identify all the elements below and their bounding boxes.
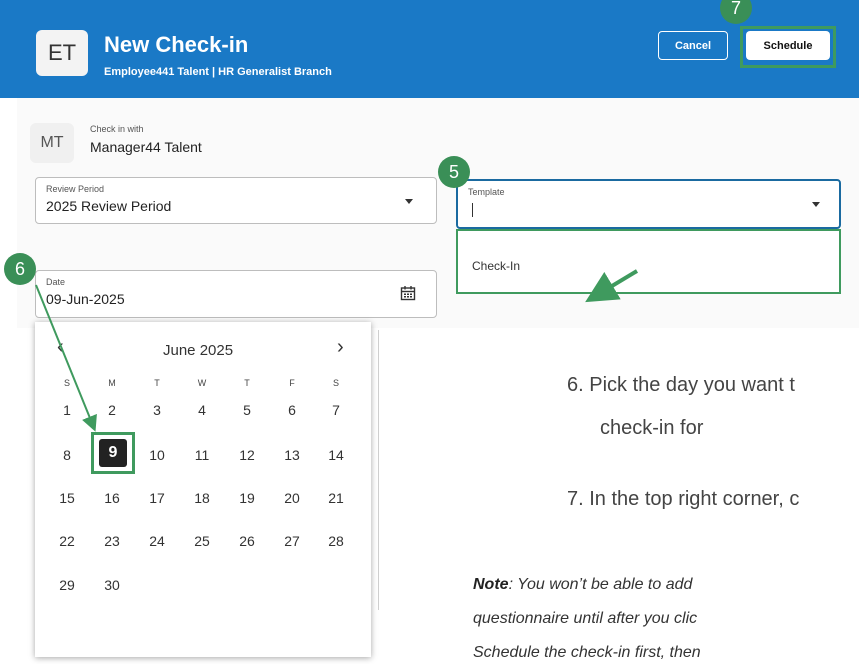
note-line-3: Schedule the check-in first, then bbox=[473, 644, 701, 661]
arrow-to-template-option bbox=[585, 269, 639, 303]
instruction-step-6-cont: check-in for bbox=[600, 417, 704, 439]
instruction-step-7: 7. In the top right corner, c bbox=[567, 488, 800, 510]
annotation-arrows bbox=[35, 269, 639, 432]
note-line-2: questionnaire until after you clic bbox=[473, 610, 698, 627]
note-text: : You won’t be able to add bbox=[508, 576, 693, 593]
instruction-step-6: 6. Pick the day you want t bbox=[567, 374, 795, 396]
arrow-to-selected-day bbox=[35, 284, 97, 432]
note-line-1: Note: You won’t be able to add bbox=[473, 576, 692, 594]
note-label: Note bbox=[473, 576, 509, 593]
